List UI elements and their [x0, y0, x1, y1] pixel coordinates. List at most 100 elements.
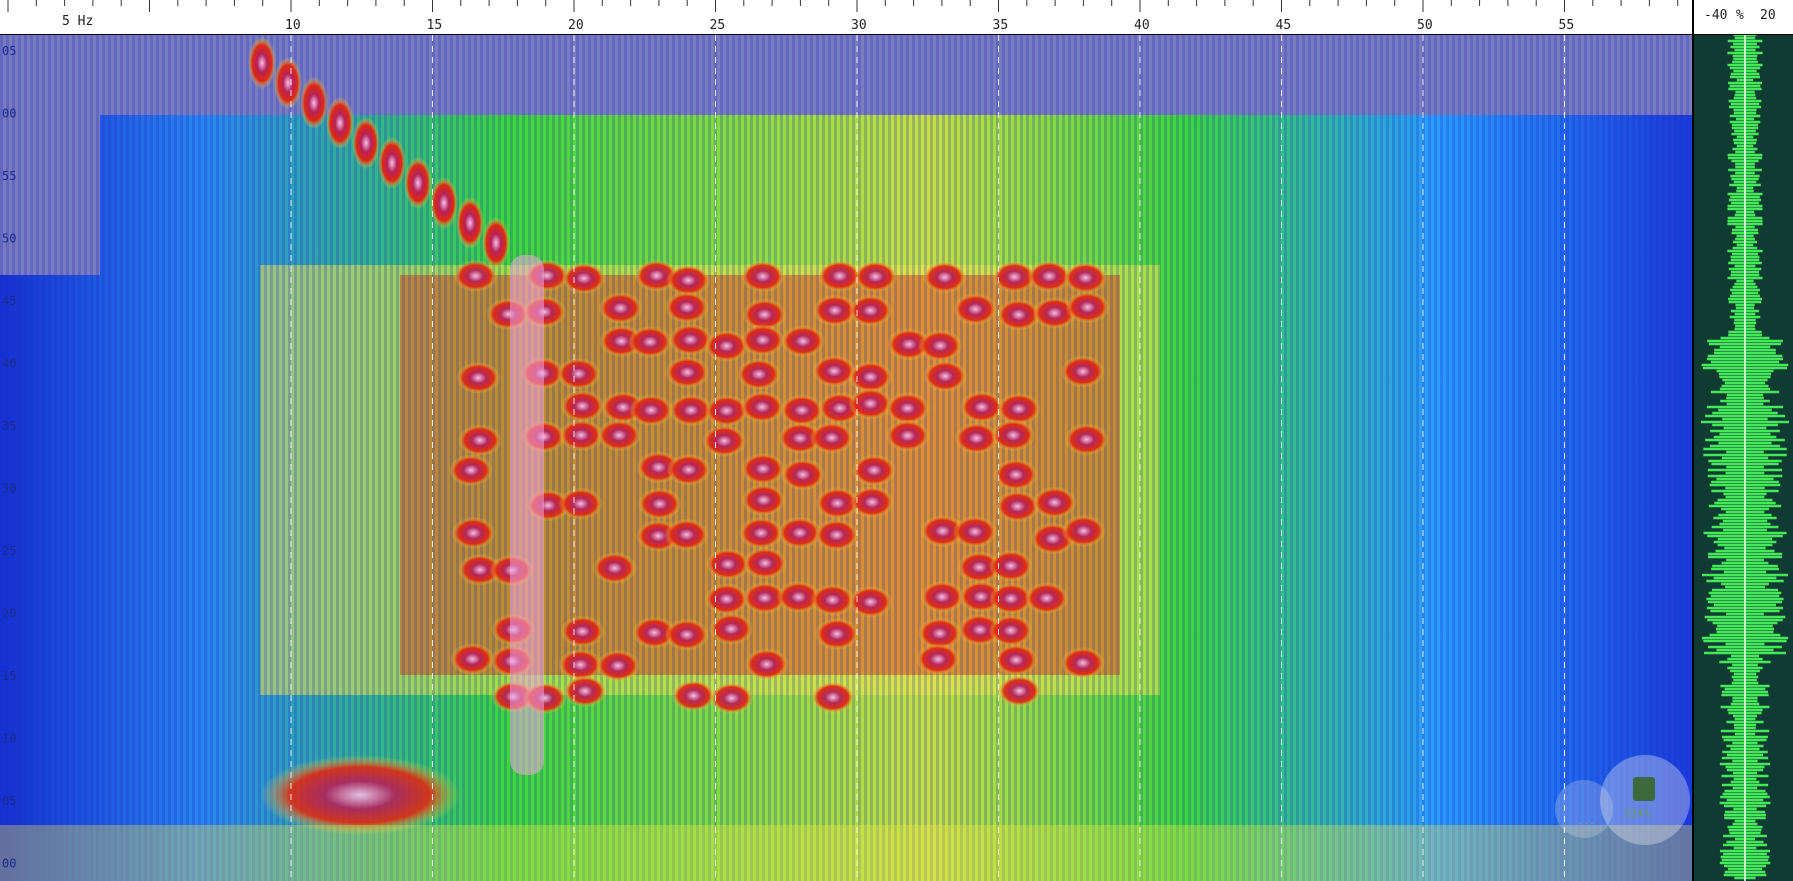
hotspot [916, 643, 961, 676]
bottom-band [0, 825, 1692, 881]
row-label: 00 [2, 107, 16, 121]
frequency-tick-label: 45 [1276, 18, 1292, 33]
hotspot [852, 454, 897, 487]
frequency-tick-label: 25 [710, 18, 726, 33]
hotspot [814, 617, 859, 650]
row-label: 00 [2, 857, 16, 871]
hotspot [740, 260, 785, 293]
hotspot [709, 682, 754, 715]
row-label: 35 [2, 419, 16, 433]
spectrogram-view[interactable]: 05 00 55 50 45 40 35 30 25 20 15 10 05 00 324% ... [0, 35, 1692, 881]
row-label: 55 [2, 169, 16, 183]
hotspot [595, 649, 640, 682]
hotspot [922, 261, 967, 294]
hotspot [885, 392, 930, 425]
row-label: 50 [2, 232, 16, 246]
hotspot [666, 453, 711, 486]
hotspot [740, 390, 785, 423]
waveform-panel[interactable] [1692, 35, 1793, 881]
hotspot [740, 452, 785, 485]
hotspot [561, 262, 606, 295]
row-label: 10 [2, 732, 16, 746]
hotspot [449, 454, 494, 487]
hotspot [702, 424, 747, 457]
hotspot [809, 421, 854, 454]
sweep-peak [326, 97, 354, 149]
hotspot [704, 583, 749, 616]
hotspot [988, 614, 1033, 647]
hotspot [1063, 261, 1108, 294]
mini-badge-text: ... [1577, 816, 1596, 827]
hotspot [995, 490, 1040, 523]
playhead-icon [1744, 35, 1746, 881]
sweep-peak [300, 77, 328, 129]
hotspot [848, 294, 893, 327]
frequency-tick-label: 30 [851, 18, 867, 33]
sweep-peak [404, 157, 432, 209]
gauge-icon [1633, 777, 1655, 801]
hotspot [664, 518, 709, 551]
hotspot [739, 516, 784, 549]
hotspot [779, 394, 824, 427]
hotspot [637, 487, 682, 520]
resonance-column [510, 255, 544, 775]
sweep-peak [274, 57, 302, 109]
frequency-tick-label: 10 [285, 18, 301, 33]
hotspot [597, 419, 642, 452]
sweep-peak [248, 37, 276, 89]
hotspot [853, 260, 898, 293]
hotspot [1060, 355, 1105, 388]
hotspot [780, 458, 825, 491]
hotspot [988, 549, 1033, 582]
mini-badge[interactable]: ... [1555, 780, 1613, 838]
level-scale: -40 % 20 [1692, 0, 1793, 35]
hotspot [740, 324, 785, 357]
hotspot [1024, 582, 1069, 615]
row-label: 05 [2, 44, 16, 58]
level-scale-left: -40 [1704, 8, 1728, 23]
frequency-tick-label: 20 [568, 18, 584, 33]
hotspot [563, 675, 608, 708]
level-scale-mid: % [1736, 8, 1744, 23]
hotspot [592, 552, 637, 585]
hotspot [997, 675, 1042, 708]
hotspot [628, 325, 673, 358]
playback-gauge[interactable]: 324% [1600, 755, 1690, 845]
hotspot [994, 643, 1039, 676]
hotspot [885, 419, 930, 452]
frequency-unit-label: 5 Hz [62, 14, 94, 29]
hotspot [560, 390, 605, 423]
hotspot [1064, 423, 1109, 456]
sweep-peak [482, 217, 510, 269]
sweep-peak [352, 117, 380, 169]
hotspot [1032, 486, 1077, 519]
hotspot [952, 515, 997, 548]
hotspot [559, 419, 604, 452]
hotspot [918, 329, 963, 362]
sweep-peak [378, 137, 406, 189]
hotspot [848, 585, 893, 618]
hotspot [743, 547, 788, 580]
row-label: 45 [2, 294, 16, 308]
hotspot [664, 618, 709, 651]
hotspot [953, 293, 998, 326]
harmonic-stripes [0, 35, 1692, 881]
frequency-axis: 1015202530354045505560657075808590951001… [7, 0, 1716, 33]
frequency-tick-label: 40 [1134, 18, 1150, 33]
row-label: 05 [2, 794, 16, 808]
frequency-ruler[interactable]: 1015202530354045505560657075808590951001… [0, 0, 1716, 35]
hotspot [923, 360, 968, 393]
hotspot [456, 361, 501, 394]
hotspot [450, 643, 495, 676]
hotspot [993, 458, 1038, 491]
spectrogram-canvas[interactable]: 05 00 55 50 45 40 35 30 25 20 15 10 05 00 [0, 35, 1692, 881]
hotspot [744, 648, 789, 681]
hotspot [457, 424, 502, 457]
hotspot [451, 516, 496, 549]
hotspot [671, 679, 716, 712]
frequency-tick-label: 50 [1417, 18, 1433, 33]
hotspot [814, 518, 859, 551]
row-label: 25 [2, 544, 16, 558]
hotspot [848, 387, 893, 420]
hotspot [741, 483, 786, 516]
